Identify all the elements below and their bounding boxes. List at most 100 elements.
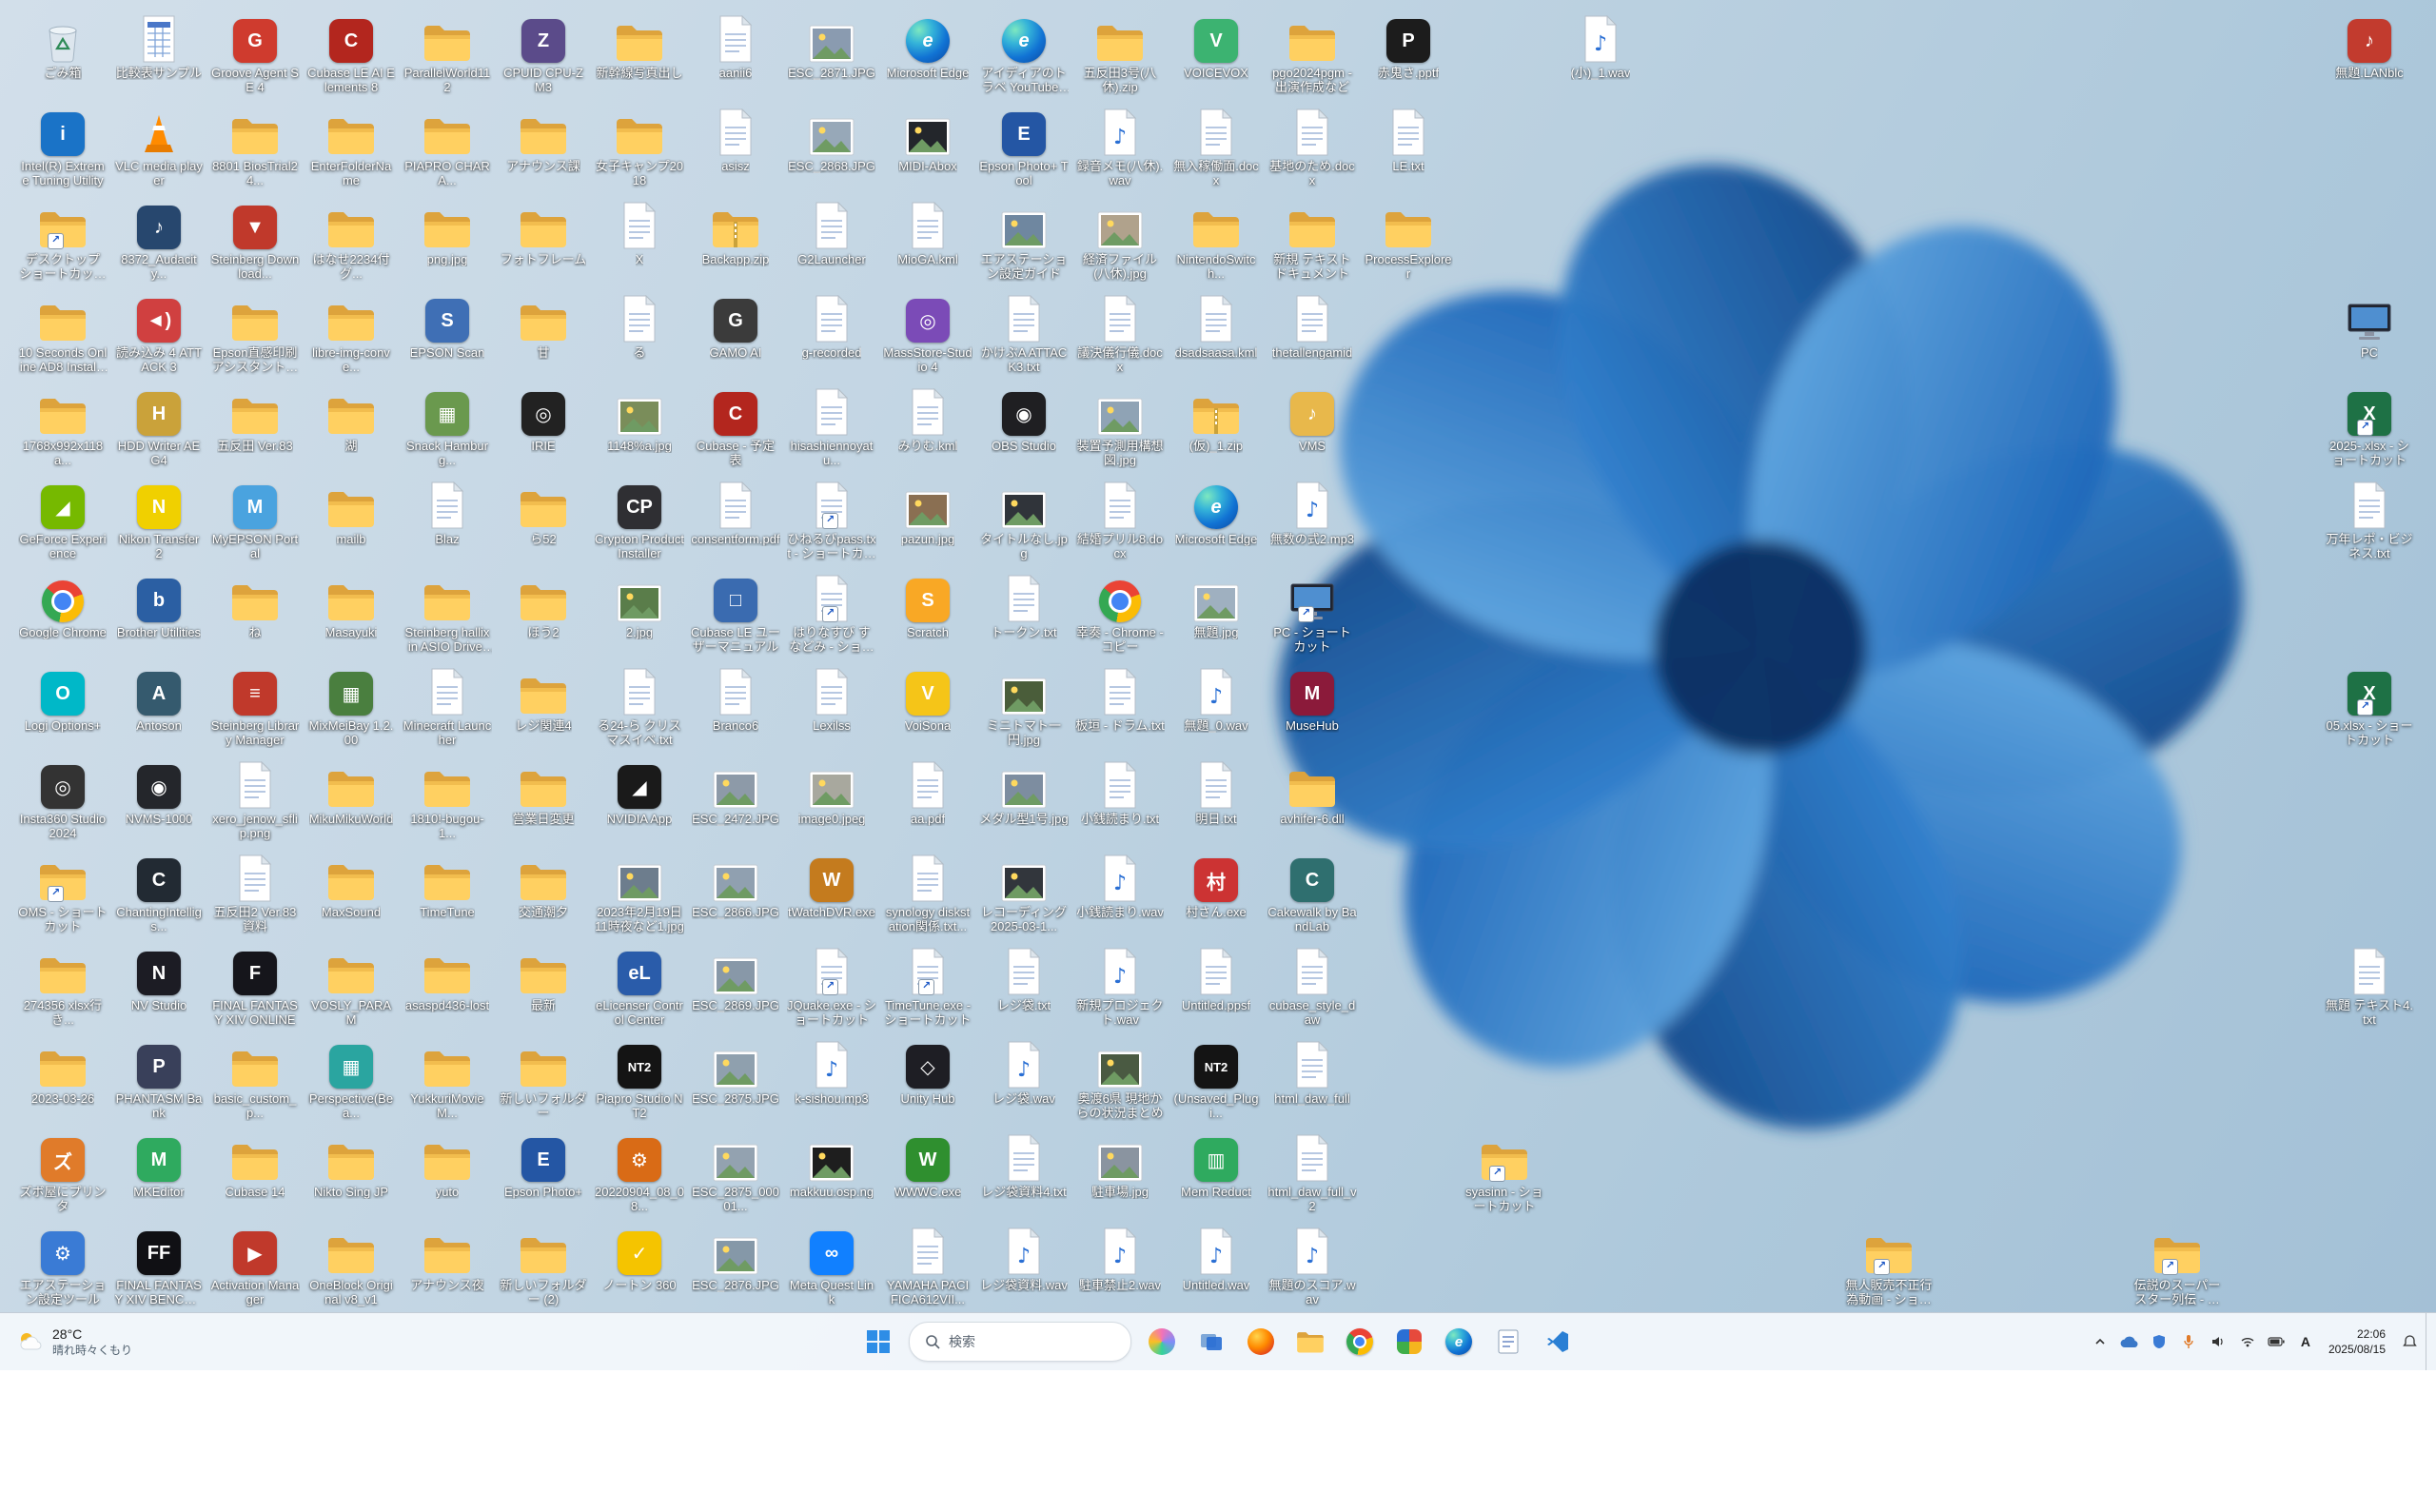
tray-chevron-up-icon[interactable] [2087,1328,2113,1355]
desktop-icon[interactable]: X↗05.xlsx - ショートカット [2324,662,2415,750]
desktop-icon[interactable]: consentform.pdf [690,476,781,548]
desktop-icon[interactable]: ⚙20220904_08_08... [594,1129,685,1216]
desktop-icon[interactable]: ESC_2875.JPG [690,1035,781,1108]
desktop-icon[interactable]: eMicrosoft Edge [1170,476,1262,548]
taskbar-app-copilot[interactable] [1141,1321,1183,1363]
desktop-icon[interactable]: ✓ノートン 360 [594,1222,685,1294]
desktop-icon[interactable]: ♪新規プロジェクト.wav [1074,942,1166,1030]
desktop-icon[interactable]: eアイディアのトラベ YouTube - Inpii... [978,10,1070,97]
desktop-icon[interactable]: SScratch [882,569,973,641]
desktop-icon[interactable]: ▦Snack Hamburg... [402,383,493,470]
desktop-icon[interactable]: ≡Steinberg Library Manager [209,662,301,750]
desktop-icon[interactable]: エアステーション設定ガイド [978,196,1070,284]
desktop-icon[interactable]: LE.txt [1363,103,1454,175]
desktop-icon[interactable]: ♪無題_0.wav [1170,662,1262,735]
desktop-icon[interactable]: HHDD Writer AE G4 [113,383,205,470]
desktop-icon[interactable]: 五反田 Ver.83 [209,383,301,455]
desktop-icon[interactable]: 1810!-bugou-1... [402,756,493,843]
desktop-icon[interactable]: eMicrosoft Edge [882,10,973,82]
desktop-icon[interactable]: ▼Steinberg Download... [209,196,301,284]
tray-wifi-icon[interactable] [2234,1328,2261,1355]
desktop-icon[interactable]: ら52 [498,476,589,548]
desktop-icon[interactable]: ◎IRIE [498,383,589,455]
desktop-icon[interactable]: (仮)_1.zip [1170,383,1262,455]
desktop-icon[interactable]: Lexilss [786,662,877,735]
desktop-icon[interactable]: pazun.jpg [882,476,973,548]
desktop-icon[interactable]: MMuseHub [1267,662,1358,735]
desktop-icon[interactable]: EEpson Photo+ Tool [978,103,1070,190]
desktop-icon[interactable]: 明日.txt [1170,756,1262,828]
clock[interactable]: 22:06 2025/08/15 [2321,1326,2393,1357]
desktop-icon[interactable]: ♪VMS [1267,383,1358,455]
desktop-icon[interactable]: る [594,289,685,362]
desktop-icon[interactable]: 2023年2月19日 11時夜など1.jpg [594,849,685,936]
desktop-icon[interactable]: Blaz [402,476,493,548]
desktop-icon[interactable]: ◉NVMS-1000 [113,756,205,828]
tray-onedrive-icon[interactable] [2116,1328,2143,1355]
desktop-icon[interactable]: html_daw_full [1267,1035,1358,1108]
desktop-icon[interactable]: 交通潮夕 [498,849,589,921]
desktop-icon[interactable]: ProcessExplorer [1363,196,1454,284]
desktop-icon[interactable]: ↗TimeTune.exe - ショートカット [882,942,973,1030]
desktop-icon[interactable]: 万年レポ・ビジネス.txt [2324,476,2415,563]
desktop[interactable]: ごみ箱比較表サンプルGGroove Agent SE 4CCubase LE A… [0,0,2436,1370]
taskbar-app-notepad[interactable] [1487,1321,1529,1363]
desktop-icon[interactable]: ▶Activation Manager [209,1222,301,1309]
desktop-icon[interactable]: P赤鬼さ.pptf [1363,10,1454,82]
desktop-icon[interactable]: 比較表サンプル [113,10,205,82]
desktop-icon[interactable]: 板垣 - ドラム.txt [1074,662,1166,735]
desktop-icon[interactable]: ESC_2866.JPG [690,849,781,921]
desktop-icon[interactable]: asaspd436-lost [402,942,493,1014]
desktop-icon[interactable]: 村村さん.exe [1170,849,1262,921]
desktop-icon[interactable]: フォトフレーム [498,196,589,268]
desktop-icon[interactable]: タイトルなし.jpg [978,476,1070,563]
desktop-icon[interactable]: ESC_2875_00001... [690,1129,781,1216]
desktop-icon[interactable]: ♪小銭読まり.wav [1074,849,1166,921]
taskbar-app-firefox[interactable] [1240,1321,1282,1363]
desktop-icon[interactable]: avhifer-6.dll [1267,756,1358,828]
desktop-icon[interactable]: 1148%a.jpg [594,383,685,455]
desktop-icon[interactable]: 10 Seconds Online AD8 Installer ran... [17,289,108,377]
desktop-icon[interactable]: 1768x992x118a... [17,383,108,470]
desktop-icon[interactable]: YAMAHA PACIFICA612VII... [882,1222,973,1309]
taskbar-app-task-view[interactable] [1190,1321,1232,1363]
desktop-icon[interactable]: OLogi Options+ [17,662,108,735]
desktop-icon[interactable]: CPCrypton Product Installer [594,476,685,563]
taskbar-app-chrome[interactable] [1339,1321,1381,1363]
desktop-icon[interactable]: thetallengamid [1267,289,1358,362]
desktop-icon[interactable]: ∞Meta Quest Link [786,1222,877,1309]
desktop-icon[interactable]: Epson直感印刷アシスタント～あ [209,289,301,377]
desktop-icon[interactable]: レコーディング 2025-03-1... [978,849,1070,936]
weather-widget[interactable]: 28°C 晴れ時々くもり [8,1323,142,1362]
desktop-icon[interactable]: VVOICEVOX [1170,10,1262,82]
desktop-icon[interactable]: CCakewalk by BandLab [1267,849,1358,936]
desktop-icon[interactable]: yuto [402,1129,493,1201]
desktop-icon[interactable]: Minecraft Launcher [402,662,493,750]
desktop-icon[interactable]: 2.jpg [594,569,685,641]
taskbar-app-vscode[interactable] [1537,1321,1579,1363]
desktop-icon[interactable]: 幸奏 - Chrome - コピー [1074,569,1166,657]
desktop-icon[interactable]: makkuu.osp.ng [786,1129,877,1201]
desktop-icon[interactable]: NNV Studio [113,942,205,1014]
desktop-icon[interactable]: 無題 テキスト4.txt [2324,942,2415,1030]
desktop-icon[interactable]: EEpson Photo+ [498,1129,589,1201]
desktop-icon[interactable]: る24-ら クリスマスイベ.txt [594,662,685,750]
ime-mode-indicator[interactable]: A [2293,1334,2318,1349]
desktop-icon[interactable]: PC [2324,289,2415,362]
desktop-icon[interactable]: 無題.jpg [1170,569,1262,641]
desktop-icon[interactable]: ♪無題.LANblc [2324,10,2415,82]
tray-battery-icon[interactable] [2264,1328,2290,1355]
desktop-icon[interactable]: ごみ箱 [17,10,108,82]
desktop-icon[interactable]: synology diskstation関係.txt... [882,849,973,936]
desktop-icon[interactable]: WtWatchDVR.exe [786,849,877,921]
desktop-icon[interactable]: Google Chrome [17,569,108,641]
desktop-icon[interactable]: image0.jpeg [786,756,877,828]
desktop-icon[interactable]: 新幹線写真出し [594,10,685,82]
desktop-icon[interactable]: G2Launcher [786,196,877,268]
desktop-icon[interactable]: 新規 テキスト ドキュメント [1267,196,1358,284]
desktop-icon[interactable]: hisashiennoyatu... [786,383,877,470]
desktop-icon[interactable]: ↗ひねるびpass.txt - ショートカット [786,476,877,563]
desktop-icon[interactable]: かけぶA ATTACK3.txt [978,289,1070,377]
desktop-icon[interactable]: Branco6 [690,662,781,735]
desktop-icon[interactable]: ◄)読み込み 4 ATTACK 3 [113,289,205,377]
